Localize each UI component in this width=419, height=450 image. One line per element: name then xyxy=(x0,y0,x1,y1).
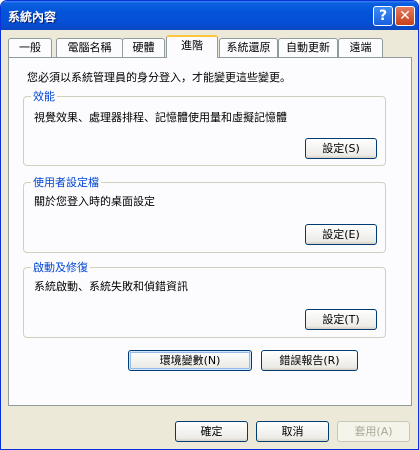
help-button[interactable]: ? xyxy=(373,6,393,26)
tab-remote[interactable]: 遠端 xyxy=(338,38,383,57)
intro-text: 您必須以系統管理員的身分登入，才能變更這些變更。 xyxy=(27,71,291,84)
performance-group-title: 效能 xyxy=(31,88,57,104)
tab-general[interactable]: 一般 xyxy=(8,38,52,57)
startup-recovery-group-title: 啟動及修復 xyxy=(31,259,90,275)
window-title: 系統內容 xyxy=(8,10,57,24)
tab-computer-name[interactable]: 電腦名稱 xyxy=(56,38,123,57)
apply-button[interactable]: 套用(A) xyxy=(337,421,410,442)
startup-recovery-settings-button[interactable]: 設定(T) xyxy=(305,309,377,330)
help-icon: ? xyxy=(378,8,388,24)
cancel-button[interactable]: 取消 xyxy=(256,421,329,442)
tab-automatic-updates[interactable]: 自動更新 xyxy=(278,38,338,57)
user-profiles-group-title: 使用者設定檔 xyxy=(31,174,101,190)
system-properties-dialog: 系統內容 ? ✕ 一般 電腦名稱 硬體 進階 系統還原 自動更新 遠端 您必須以… xyxy=(0,0,419,450)
close-button[interactable]: ✕ xyxy=(395,6,415,26)
tab-advanced[interactable]: 進階 xyxy=(166,35,218,58)
startup-recovery-description: 系統啟動、系統失敗和偵錯資訊 xyxy=(34,280,188,293)
ok-button[interactable]: 確定 xyxy=(175,421,248,442)
error-reporting-button[interactable]: 錯誤報告(R) xyxy=(261,350,358,371)
environment-variables-button[interactable]: 環境變數(N) xyxy=(128,350,252,371)
user-profiles-settings-button[interactable]: 設定(E) xyxy=(305,224,377,245)
performance-settings-button[interactable]: 設定(S) xyxy=(305,138,377,159)
tab-hardware[interactable]: 硬體 xyxy=(122,38,165,57)
tab-strip: 一般 電腦名稱 硬體 進階 系統還原 自動更新 遠端 xyxy=(8,35,412,59)
performance-description: 視覺效果、處理器排程、記憶體使用量和虛擬記憶體 xyxy=(34,111,287,124)
tab-system-restore[interactable]: 系統還原 xyxy=(219,38,278,57)
user-profiles-description: 關於您登入時的桌面設定 xyxy=(34,195,155,208)
close-icon: ✕ xyxy=(399,8,411,24)
title-bar[interactable]: 系統內容 ? ✕ xyxy=(1,1,418,30)
